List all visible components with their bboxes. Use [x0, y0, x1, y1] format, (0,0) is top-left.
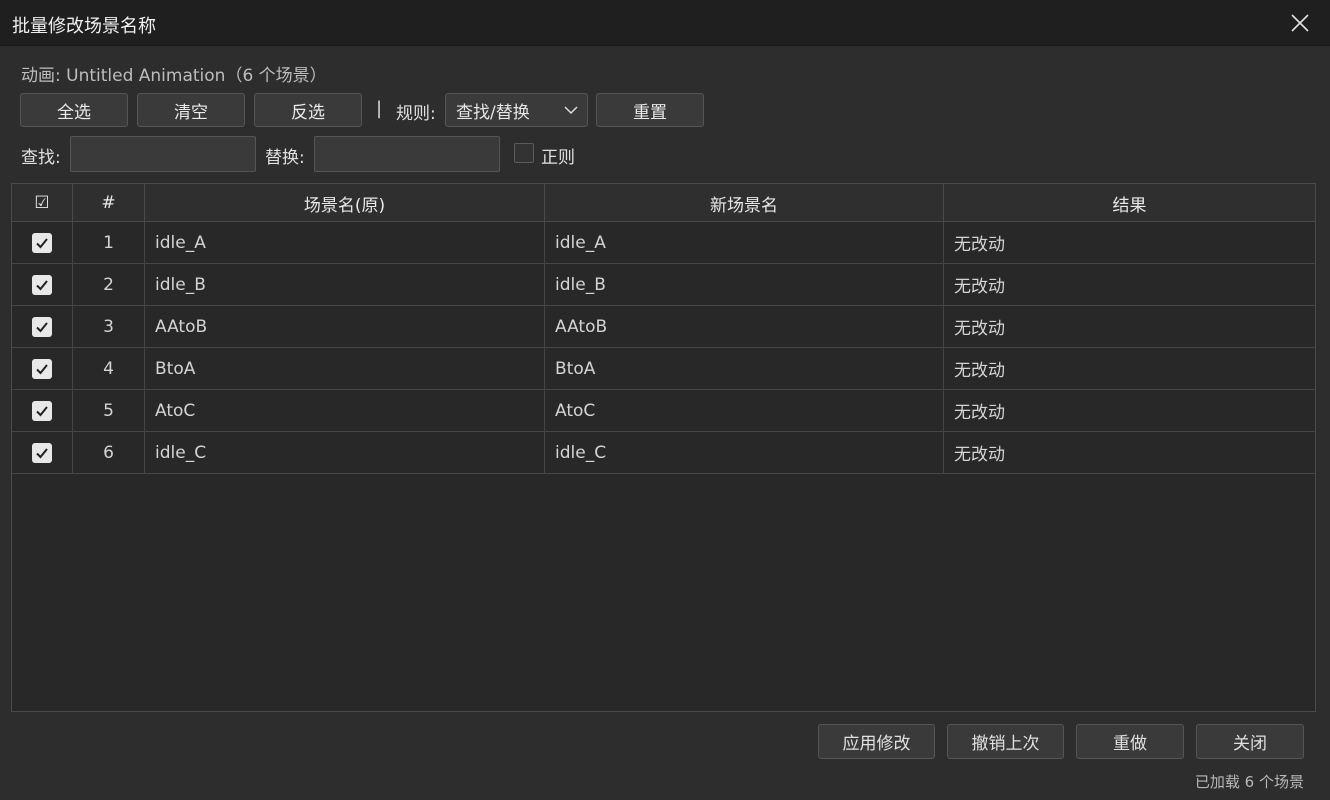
check-icon — [36, 237, 48, 248]
row-new-name: AtoC — [545, 390, 944, 431]
header-new-name: 新场景名 — [545, 184, 944, 222]
row-checkbox[interactable] — [32, 232, 52, 253]
undo-last-button[interactable]: 撤销上次 — [947, 724, 1064, 759]
row-new-name: idle_A — [545, 222, 944, 263]
header-original-name: 场景名(原) — [145, 184, 545, 222]
close-button[interactable]: 关闭 — [1196, 724, 1304, 759]
rule-select-value: 查找/替换 — [456, 102, 530, 123]
check-icon — [36, 363, 48, 374]
row-checkbox[interactable] — [32, 442, 52, 463]
regex-checkbox[interactable] — [514, 143, 534, 163]
row-checkbox[interactable] — [32, 400, 52, 421]
rule-select[interactable]: 查找/替换 — [445, 93, 588, 127]
header-result: 结果 — [1112, 195, 1147, 216]
row-checkbox[interactable] — [32, 316, 52, 337]
toolbar-separator: | — [376, 98, 383, 119]
check-icon — [36, 321, 48, 332]
row-index: 2 — [73, 264, 145, 305]
row-check-cell — [12, 264, 73, 305]
status-text: 已加载 6 个场景 — [1194, 773, 1304, 791]
table-header: ☑ # 场景名(原) 新场景名 结果 — [12, 184, 1315, 222]
row-index: 6 — [73, 432, 145, 473]
replace-label: 替换: — [265, 148, 305, 168]
header-index: # — [73, 184, 145, 222]
row-new-name: idle_B — [545, 264, 944, 305]
table-row[interactable]: 1 idle_A idle_A 无改动 — [12, 222, 1315, 264]
row-original-name: AAtoB — [145, 306, 545, 347]
chevron-down-icon — [564, 106, 578, 115]
row-original-name: idle_C — [145, 432, 545, 473]
close-icon — [1291, 14, 1309, 32]
row-check-cell — [12, 432, 73, 473]
regex-label: 正则 — [541, 148, 575, 168]
table-row[interactable]: 4 BtoA BtoA 无改动 — [12, 348, 1315, 390]
row-original-name: AtoC — [145, 390, 545, 431]
find-label: 查找: — [21, 148, 61, 168]
row-check-cell — [12, 306, 73, 347]
row-check-cell — [12, 390, 73, 431]
check-icon — [36, 447, 48, 458]
row-new-name: BtoA — [545, 348, 944, 389]
row-index: 5 — [73, 390, 145, 431]
row-check-cell — [12, 348, 73, 389]
header-check-all[interactable]: ☑ — [12, 184, 73, 222]
scene-table: ☑ # 场景名(原) 新场景名 结果 1 idle_A idle_A 无改动 2 idle… — [11, 183, 1316, 712]
row-result: 无改动 — [954, 403, 1005, 423]
redo-button[interactable]: 重做 — [1076, 724, 1184, 759]
select-all-button[interactable]: 全选 — [20, 93, 128, 127]
window-title: 批量修改场景名称 — [12, 16, 156, 37]
row-new-name: idle_C — [545, 432, 944, 473]
clear-button[interactable]: 清空 — [137, 93, 245, 127]
row-check-cell — [12, 222, 73, 263]
row-original-name: idle_B — [145, 264, 545, 305]
row-result: 无改动 — [954, 445, 1005, 465]
row-result: 无改动 — [954, 319, 1005, 339]
replace-input[interactable] — [314, 136, 500, 172]
invert-selection-button[interactable]: 反选 — [254, 93, 362, 127]
row-result: 无改动 — [954, 235, 1005, 255]
row-index: 3 — [73, 306, 145, 347]
table-row[interactable]: 5 AtoC AtoC 无改动 — [12, 390, 1315, 432]
row-result: 无改动 — [954, 277, 1005, 297]
table-row[interactable]: 6 idle_C idle_C 无改动 — [12, 432, 1315, 474]
row-index: 4 — [73, 348, 145, 389]
find-input[interactable] — [70, 136, 256, 172]
row-result: 无改动 — [954, 361, 1005, 381]
table-row[interactable]: 2 idle_B idle_B 无改动 — [12, 264, 1315, 306]
check-icon — [36, 405, 48, 416]
row-checkbox[interactable] — [32, 274, 52, 295]
title-bar: 批量修改场景名称 — [0, 0, 1330, 46]
row-checkbox[interactable] — [32, 358, 52, 379]
apply-changes-button[interactable]: 应用修改 — [818, 724, 935, 759]
row-new-name: AAtoB — [545, 306, 944, 347]
check-icon — [36, 279, 48, 290]
row-original-name: idle_A — [145, 222, 545, 263]
row-original-name: BtoA — [145, 348, 545, 389]
close-window-button[interactable] — [1284, 8, 1316, 38]
row-index: 1 — [73, 222, 145, 263]
reset-button[interactable]: 重置 — [596, 93, 704, 127]
animation-info: 动画: Untitled Animation（6 个场景） — [21, 66, 327, 86]
table-row[interactable]: 3 AAtoB AAtoB 无改动 — [12, 306, 1315, 348]
rule-label: 规则: — [396, 104, 436, 124]
